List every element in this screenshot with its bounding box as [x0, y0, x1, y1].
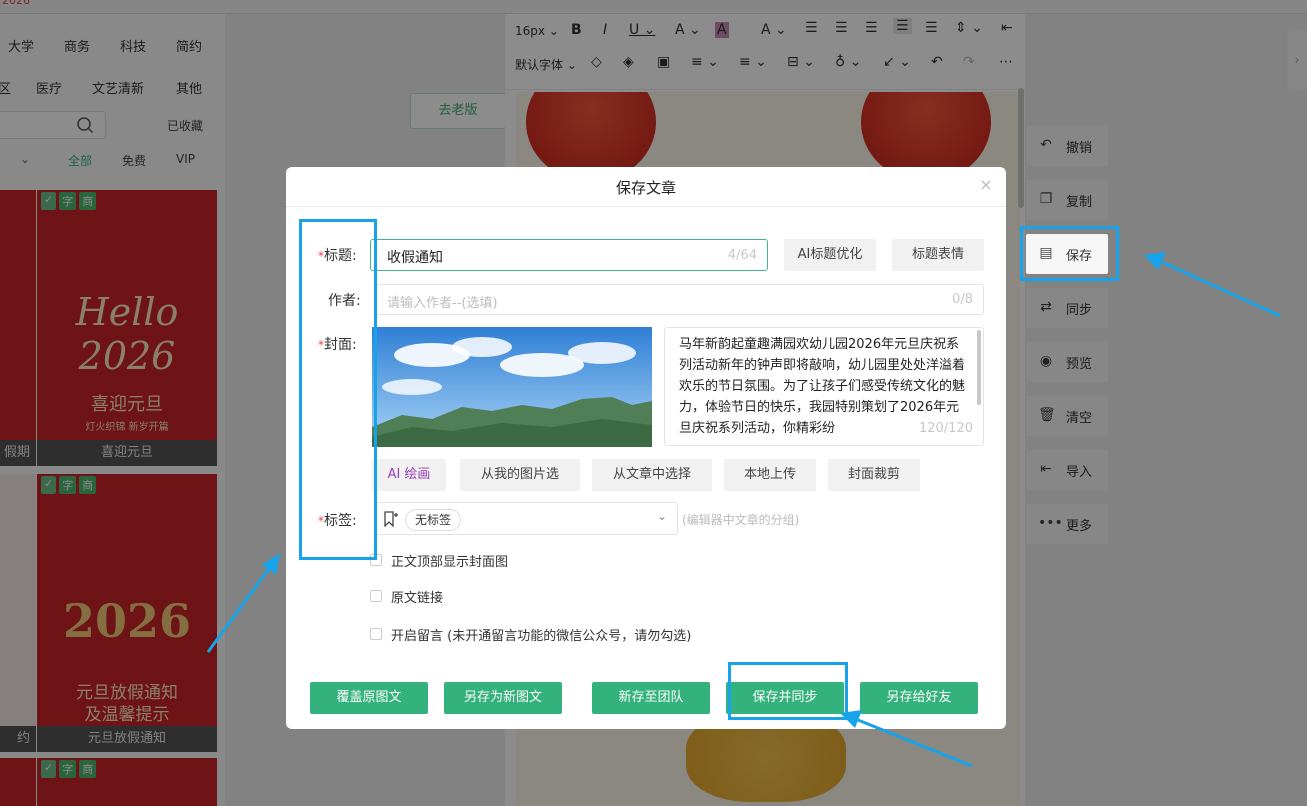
highlight-save-button [1020, 226, 1119, 281]
dialog-title: 保存文章 [615, 179, 676, 197]
save-to-friend-button[interactable]: 另存给好友 [860, 682, 978, 714]
tag-add-icon[interactable] [383, 511, 399, 527]
enable-comments-checkbox[interactable] [370, 628, 382, 640]
summary-textarea[interactable]: 马年新韵起童趣满园欢幼儿园2026年元旦庆祝系列活动新年的钟声即将敲响，幼儿园里… [664, 327, 984, 446]
tag-hint: (编辑器中文章的分组) [682, 513, 800, 527]
summary-scrollbar[interactable] [977, 330, 981, 405]
divider [286, 206, 1006, 207]
title-emoji-button[interactable]: 标题表情 [892, 239, 984, 271]
source-link-label: 原文链接 [391, 591, 444, 606]
summary-count: 120/120 [918, 421, 973, 436]
ai-title-optimize-button[interactable]: AI标题优化 [784, 239, 876, 271]
pick-from-article-button[interactable]: 从文章中选择 [592, 459, 712, 491]
title-value: 收假通知 [387, 250, 443, 266]
highlight-save-sync-button [728, 662, 848, 720]
author-input[interactable]: 请输入作者--(选填) 0/8 [374, 284, 984, 315]
enable-comments-label: 开启留言 (未开通留言功能的微信公众号，请勿勾选) [391, 629, 692, 644]
cover-image[interactable] [372, 327, 652, 447]
cover-landscape-image [372, 327, 652, 447]
title-input[interactable]: 收假通知 4/64 [370, 239, 768, 271]
author-placeholder: 请输入作者--(选填) [387, 296, 498, 311]
author-count: 0/8 [952, 292, 973, 307]
tag-chip[interactable]: 无标签 [405, 509, 462, 531]
title-count: 4/64 [727, 248, 757, 263]
save-as-new-button[interactable]: 另存为新图文 [444, 682, 562, 714]
source-link-checkbox[interactable] [370, 590, 382, 602]
overwrite-button[interactable]: 覆盖原图文 [310, 682, 428, 714]
show-cover-label: 正文顶部显示封面图 [391, 555, 509, 570]
pick-my-images-button[interactable]: 从我的图片选 [460, 459, 580, 491]
save-article-dialog: 保存文章 × *标题: 收假通知 4/64 AI标题优化 标题表情 作者: 请输… [286, 167, 1006, 729]
local-upload-button[interactable]: 本地上传 [724, 459, 816, 491]
close-icon[interactable]: × [978, 177, 994, 193]
tag-select[interactable]: 无标签 ⌄ [374, 502, 678, 535]
save-to-team-button[interactable]: 新存至团队 [592, 682, 710, 714]
highlight-required-fields [299, 219, 377, 560]
cover-crop-button[interactable]: 封面裁剪 [828, 459, 920, 491]
ai-draw-button[interactable]: AI 绘画 [372, 459, 446, 491]
chevron-down-icon[interactable]: ⌄ [657, 509, 667, 523]
